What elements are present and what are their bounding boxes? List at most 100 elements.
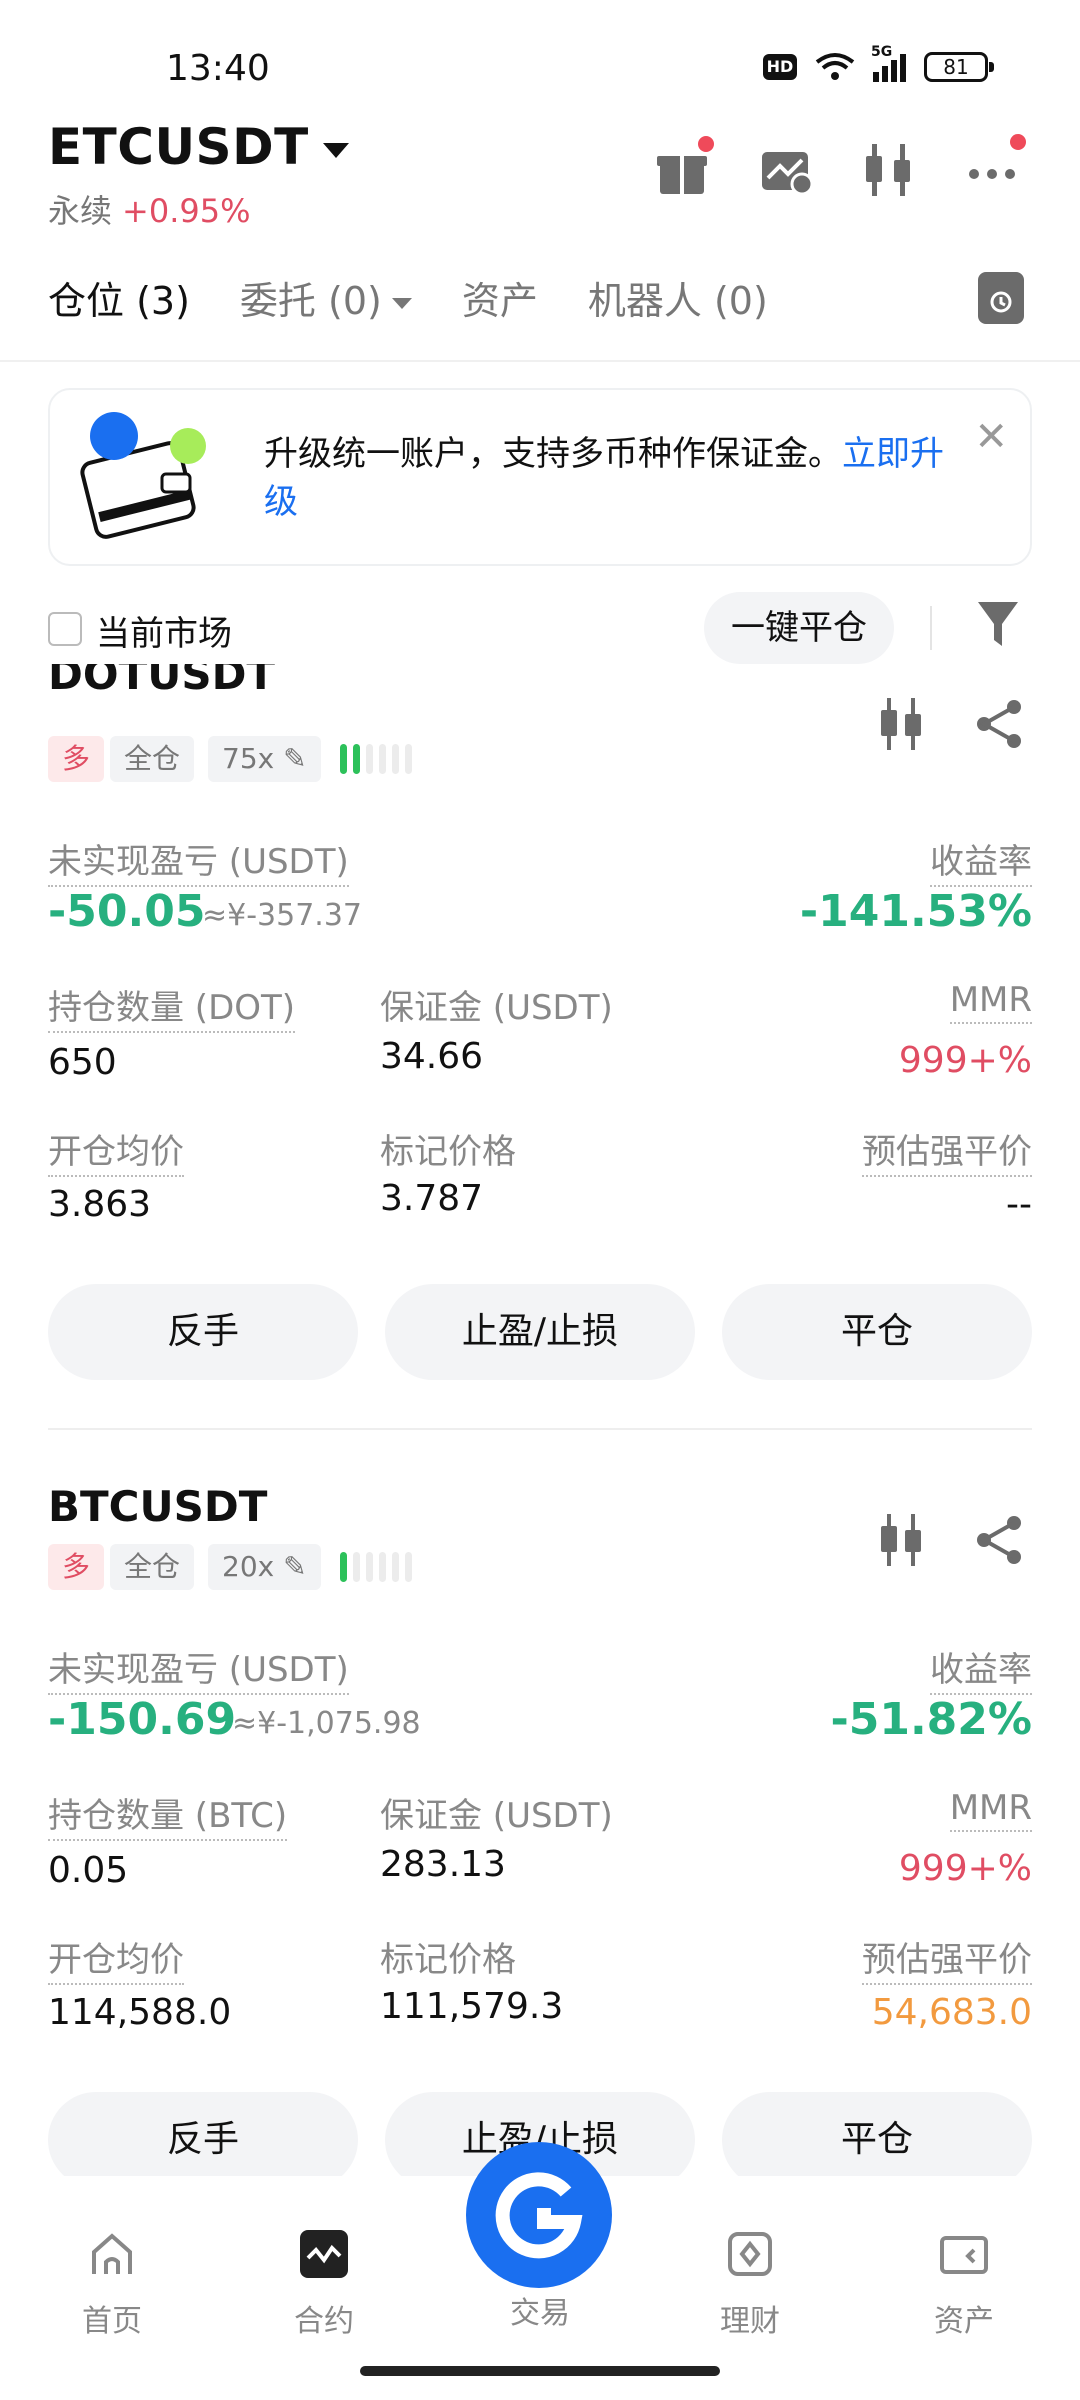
mmr-value: 999+% [898,1040,1032,1081]
roe-value: -141.53% [799,886,1032,937]
divider [48,1428,1032,1430]
tpsl-button[interactable]: 止盈/止损 [385,1284,695,1380]
tab-bots[interactable]: 机器人 (0) [588,270,768,325]
mmr-label[interactable]: MMR [949,1788,1032,1832]
side-badge: 多 [48,1544,105,1590]
nav-trade-label: 交易 [510,2296,570,2331]
edit-icon: ✎ [283,742,307,775]
pnl-cny-value: ≈¥-357.37 [202,898,363,933]
nav-trade[interactable]: 交易 [480,2288,600,2332]
position-card-btc: BTCUSDT 多 全仓 20x ✎ 未实现盈亏 (USDT) -150.69 … [0,1472,1080,2176]
chart-settings-icon[interactable] [756,140,816,200]
close-position-button[interactable]: 平仓 [722,2092,1032,2176]
margin-value: 34.66 [380,1036,484,1077]
leverage-value: 75x [222,742,275,775]
mark-price-label: 标记价格 [380,1940,516,1980]
nav-home[interactable]: 首页 [52,2228,172,2340]
entry-price-label[interactable]: 开仓均价 [48,1124,184,1177]
liq-price-value: 54,683.0 [871,1992,1032,2033]
margin-label: 保证金 (USDT) [380,1796,613,1836]
wifi-icon [815,53,855,80]
contract-type: 永续 [48,192,113,230]
nav-futures[interactable]: 合约 [264,2228,384,2340]
close-icon[interactable]: ✕ [974,414,1008,460]
side-badge: 多 [48,736,105,782]
symbol-name: ETCUSDT [48,118,309,176]
position-symbol[interactable]: BTCUSDT [48,1482,267,1531]
position-card-dot: DOTUSDT 多 全仓 75x ✎ 未实现盈亏 (USDT) -50.05 ≈… [0,664,1080,1424]
position-qty-value: 650 [48,1042,117,1083]
status-time: 13:40 [166,48,270,89]
chevron-down-icon [322,143,349,158]
unrealized-pnl-label[interactable]: 未实现盈亏 (USDT) [48,1642,349,1695]
notification-dot [698,136,714,152]
symbol-selector[interactable]: ETCUSDT [48,118,349,176]
tab-orders[interactable]: 委托 (0) [240,270,412,325]
candlestick-icon[interactable] [860,140,920,200]
reverse-button[interactable]: 反手 [48,2092,358,2176]
mark-price-value: 3.787 [380,1178,484,1219]
position-symbol[interactable]: DOTUSDT [48,664,275,699]
candlestick-icon[interactable] [878,1512,926,1568]
gift-icon[interactable] [652,136,714,200]
entry-price-value: 114,588.0 [48,1992,232,2033]
roe-label[interactable]: 收益率 [930,834,1032,887]
unrealized-pnl-label[interactable]: 未实现盈亏 (USDT) [48,834,349,887]
nav-home-label: 首页 [82,2304,142,2339]
signal-icon: 5G [871,44,906,82]
liq-price-label[interactable]: 预估强平价 [862,1124,1032,1177]
candlestick-icon[interactable] [878,696,926,752]
mmr-label[interactable]: MMR [949,980,1032,1024]
nav-earn[interactable]: 理财 [690,2228,810,2340]
liq-price-value: -- [1006,1184,1032,1225]
tab-assets[interactable]: 资产 [462,270,538,325]
risk-level-bars [340,1552,412,1582]
close-all-button[interactable]: 一键平仓 [704,592,894,664]
entry-price-label[interactable]: 开仓均价 [48,1932,184,1985]
mark-price-label: 标记价格 [380,1132,516,1172]
status-icons: HD 5G 81 [763,44,994,82]
mark-price-value: 111,579.3 [380,1986,564,2027]
reverse-button[interactable]: 反手 [48,1284,358,1380]
edit-icon: ✎ [283,1550,307,1583]
banner-text: 升级统一账户，支持多币种作保证金。立即升级 [264,430,964,526]
tab-positions[interactable]: 仓位 (3) [48,270,190,325]
roe-label[interactable]: 收益率 [930,1642,1032,1695]
margin-label: 保证金 (USDT) [380,988,613,1028]
nav-earn-label: 理财 [720,2304,780,2339]
position-qty-label[interactable]: 持仓数量 (BTC) [48,1788,288,1841]
banner-message: 升级统一账户，支持多币种作保证金。 [264,434,842,474]
status-bar: 13:40 HD 5G 81 [0,0,1080,110]
home-icon [92,2233,132,2274]
liq-price-label[interactable]: 预估强平价 [862,1932,1032,1985]
filter-icon[interactable] [974,598,1022,650]
trade-icon [495,2172,583,2259]
leverage-badge[interactable]: 75x ✎ [208,736,321,782]
futures-icon [300,2230,348,2278]
hd-icon: HD [763,54,797,80]
mmr-value: 999+% [898,1848,1032,1889]
nav-futures-label: 合约 [294,2304,354,2339]
more-icon[interactable] [964,134,1026,200]
position-tabs: 仓位 (3) 委托 (0) 资产 机器人 (0) [48,270,768,325]
tab-orders-label: 委托 (0) [239,279,382,323]
chevron-down-icon [391,298,412,309]
margin-mode-badge: 全仓 [110,1544,195,1590]
share-icon[interactable] [974,1514,1024,1566]
leverage-badge[interactable]: 20x ✎ [208,1544,321,1590]
nav-assets[interactable]: 资产 [904,2228,1024,2340]
network-label: 5G [871,44,893,60]
battery-icon: 81 [924,52,994,82]
wallet-illustration-icon [80,412,206,539]
trade-fab-button[interactable] [466,2142,612,2288]
position-qty-label[interactable]: 持仓数量 (DOT) [48,980,296,1033]
close-position-button[interactable]: 平仓 [722,1284,1032,1380]
unrealized-pnl-value: -150.69 [48,1694,237,1745]
notification-dot [1010,134,1026,150]
current-market-label[interactable]: 当前市场 [96,606,232,655]
risk-level-bars [340,744,412,774]
current-market-checkbox[interactable] [48,612,82,646]
share-icon[interactable] [974,698,1024,750]
history-icon[interactable] [978,272,1024,324]
unrealized-pnl-value: -50.05 [48,886,206,937]
